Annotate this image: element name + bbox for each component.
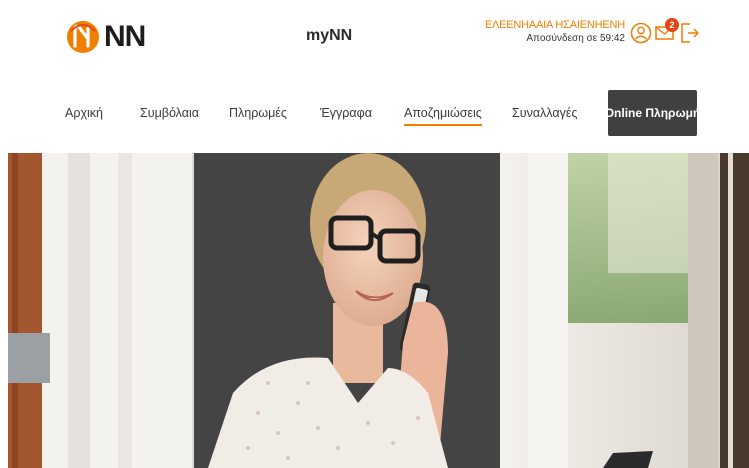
- logout-button[interactable]: [679, 20, 701, 46]
- nav-item-home[interactable]: Αρχική: [65, 106, 103, 120]
- profile-button[interactable]: [630, 20, 652, 46]
- online-payment-button[interactable]: Online Πληρωμή: [605, 90, 700, 136]
- main-navigation: Αρχική Συμβόλαια Πληρωμές Έγγραφα Αποζημ…: [0, 90, 749, 136]
- header: NN myNN ΕΛΕΕΝΗΑΑΙΑ ΗΣΑΙΕΝΗΕΝΗ Αποσύνδεση…: [0, 0, 749, 78]
- logout-icon: [681, 23, 699, 43]
- messages-button[interactable]: 2: [654, 18, 679, 46]
- hero-image: [8, 153, 749, 468]
- session-timer: Αποσύνδεση σε 59:42: [526, 33, 625, 44]
- nav-item-payments[interactable]: Πληρωμές: [229, 106, 287, 120]
- logo-text: NN: [104, 20, 146, 53]
- user-name[interactable]: ΕΛΕΕΝΗΑΑΙΑ ΗΣΑΙΕΝΗΕΝΗ: [485, 19, 625, 32]
- nn-logo-icon: [66, 11, 100, 63]
- nav-item-documents[interactable]: Έγγραφα: [320, 106, 372, 120]
- nav-item-claims[interactable]: Αποζημιώσεις: [404, 106, 482, 126]
- nav-item-transactions[interactable]: Συναλλαγές: [512, 106, 577, 120]
- app-title: myNN: [306, 27, 353, 44]
- nav-item-contracts[interactable]: Συμβόλαια: [140, 106, 199, 120]
- nn-logo[interactable]: NN: [66, 11, 146, 63]
- user-icon: [630, 22, 652, 44]
- user-info: ΕΛΕΕΝΗΑΑΙΑ ΗΣΑΙΕΝΗΕΝΗ Αποσύνδεση σε 59:4…: [485, 19, 625, 45]
- notification-badge: 2: [665, 18, 679, 32]
